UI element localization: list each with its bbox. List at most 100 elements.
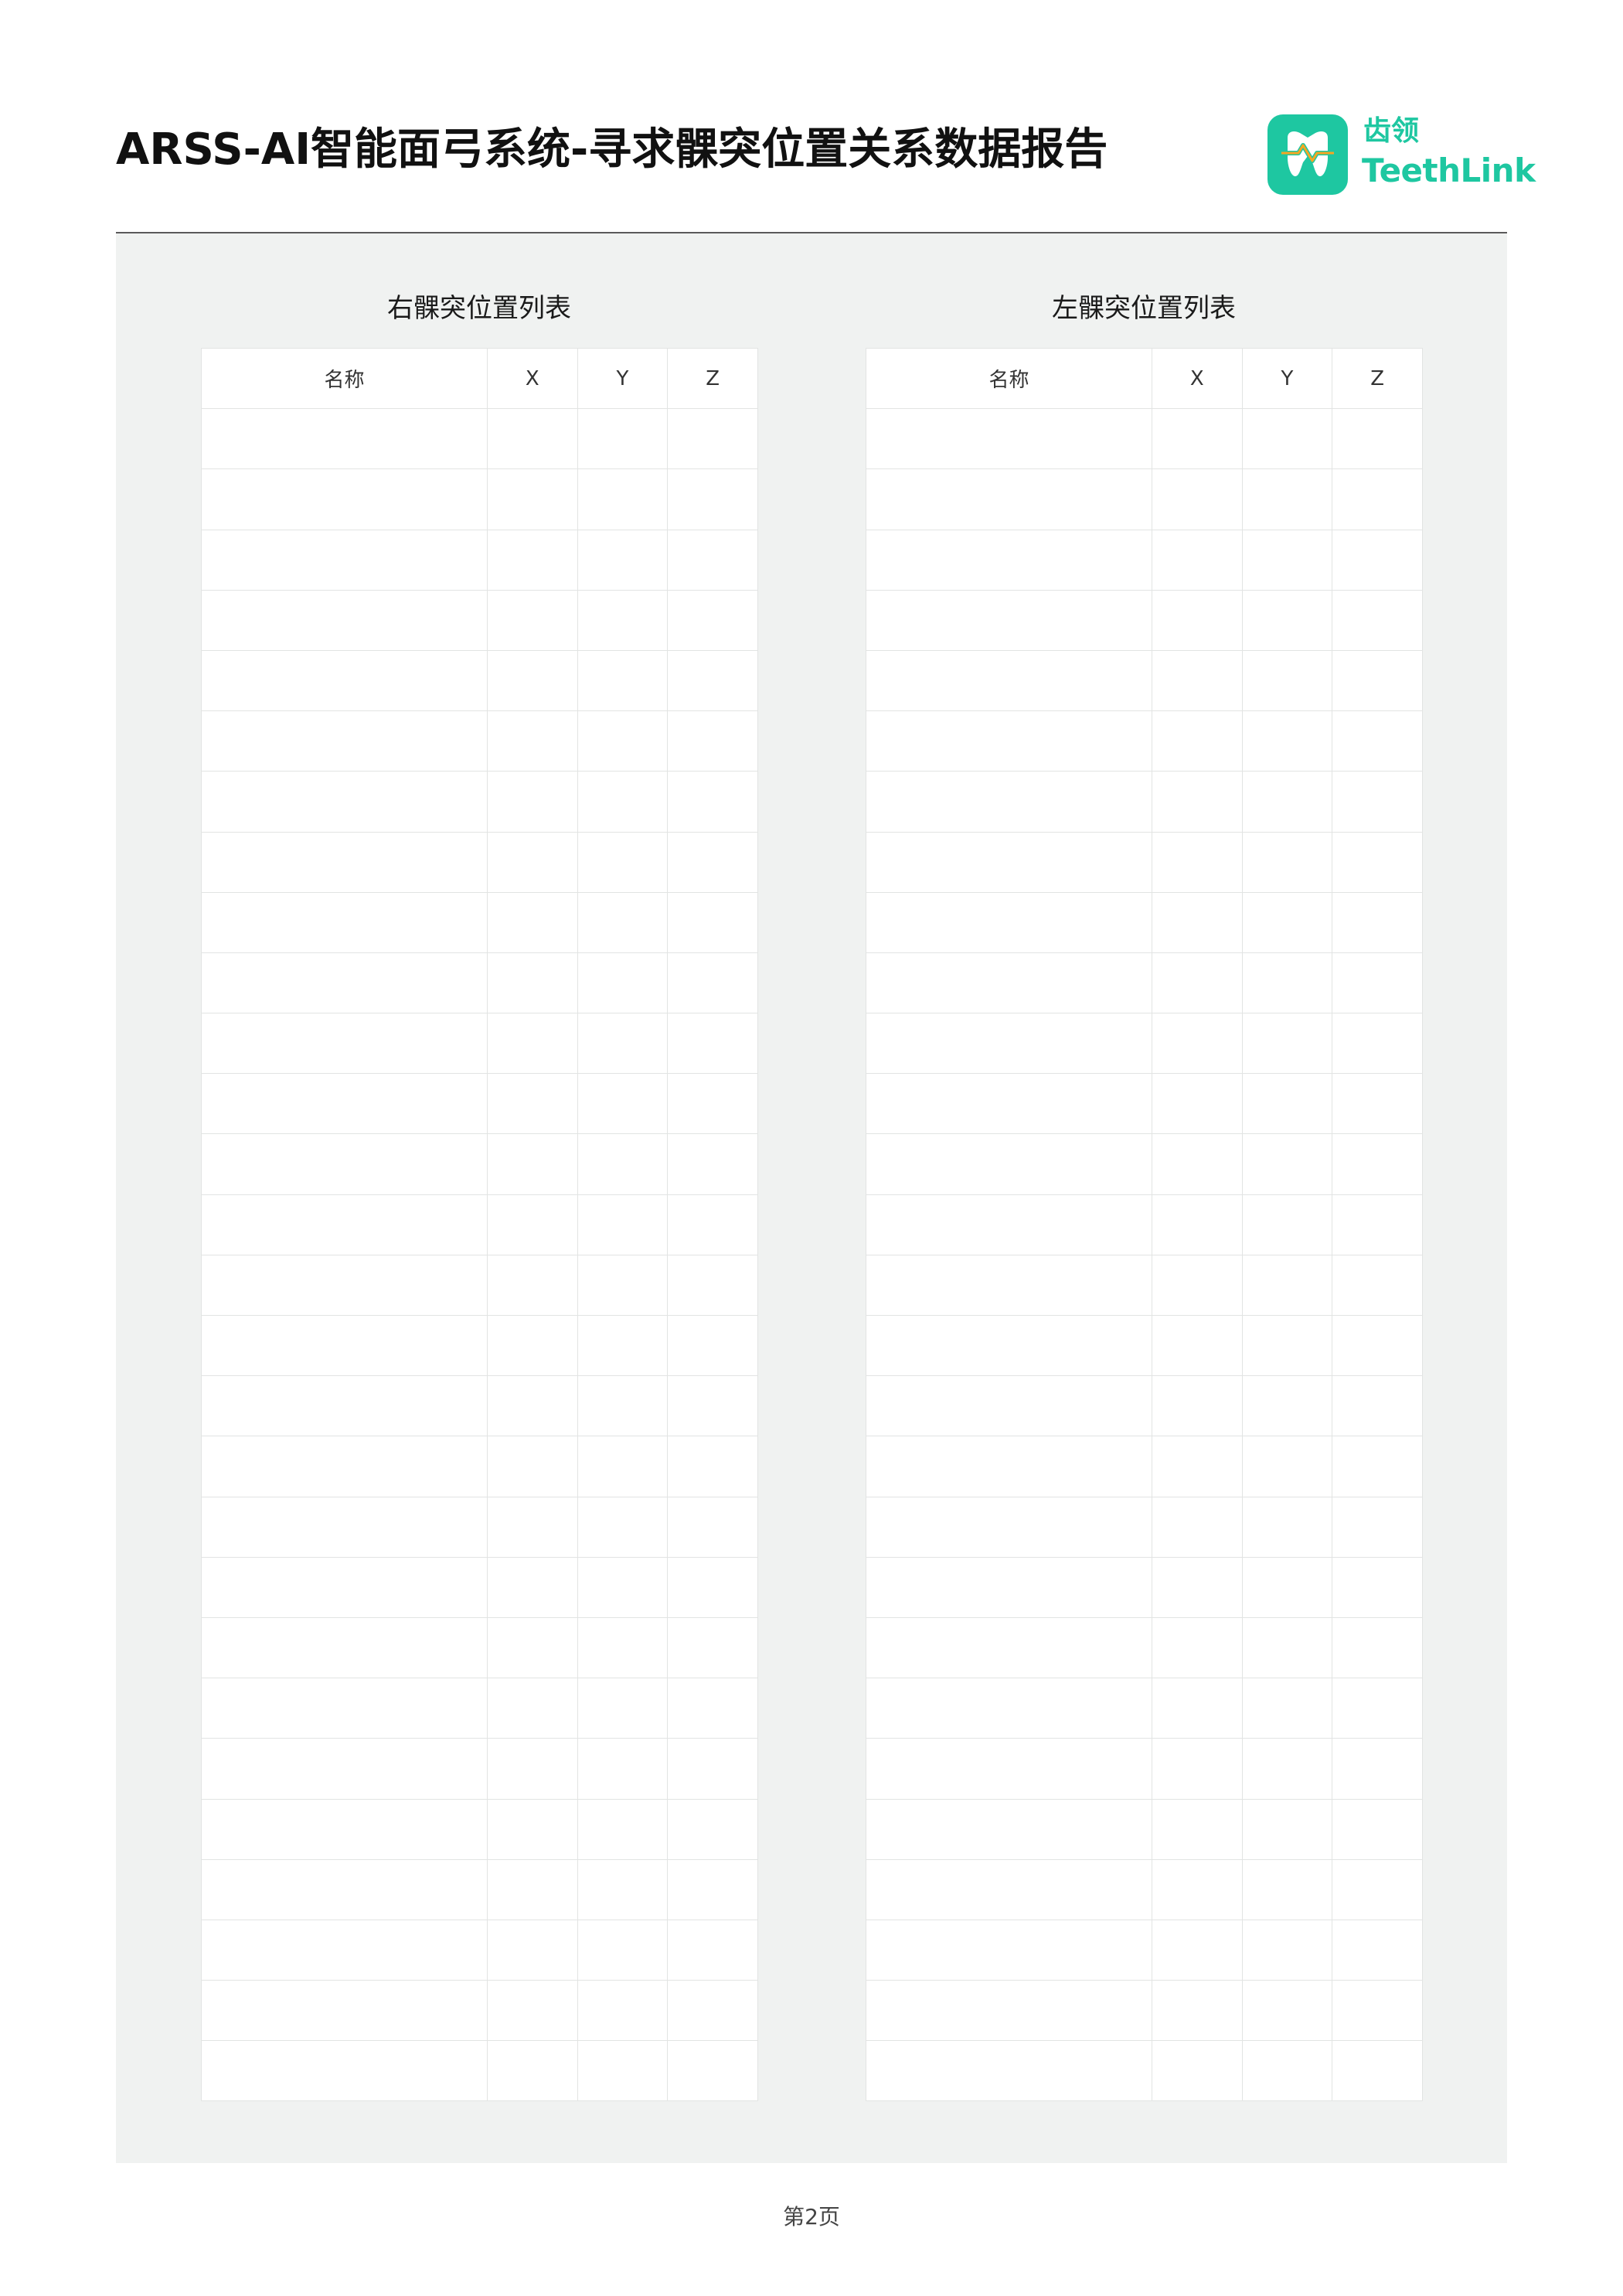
cell-y <box>1241 1919 1333 1981</box>
cell-x <box>1152 1375 1243 1437</box>
cell-y <box>1241 1980 1333 2042</box>
logo-chinese-text: 齿领 <box>1363 115 1420 147</box>
cell-x <box>1152 1678 1243 1739</box>
table-row <box>866 468 1423 530</box>
table-row <box>201 1013 758 1075</box>
page-number: 第2页 <box>783 2204 840 2230</box>
cell-y <box>1241 1798 1333 1860</box>
cell-z <box>667 649 758 712</box>
table-row <box>201 1556 758 1618</box>
table-header-row: 名称 X Y Z <box>201 347 758 410</box>
cell-y <box>577 891 669 953</box>
table-row <box>866 1616 1423 1679</box>
cell-x <box>1152 408 1243 470</box>
cell-x <box>487 1678 578 1739</box>
cell-x <box>1152 1919 1243 1981</box>
cell-x <box>1152 1254 1243 1317</box>
cell-x <box>1152 1073 1243 1135</box>
table-row <box>201 891 758 953</box>
page-title: ARSS-AI智能面弓系统-寻求髁突位置关系数据报告 <box>116 124 1108 175</box>
cell-name <box>201 1798 488 1860</box>
cell-y <box>577 1013 669 1075</box>
cell-x <box>487 1919 578 1981</box>
cell-y <box>577 1798 669 1860</box>
table-caption: 左髁突位置列表 <box>1052 293 1236 324</box>
table-row <box>866 1194 1423 1255</box>
cell-z <box>1332 1314 1423 1377</box>
cell-name <box>201 468 488 530</box>
cell-name <box>866 1798 1152 1860</box>
table-caption: 右髁突位置列表 <box>387 293 571 324</box>
cell-name <box>201 1073 488 1135</box>
cell-y <box>1241 1678 1333 1739</box>
cell-y <box>1241 1556 1333 1618</box>
cell-z <box>1332 1436 1423 1497</box>
table-row <box>866 589 1423 651</box>
cell-name <box>866 1738 1152 1800</box>
cell-name <box>201 529 488 591</box>
cell-x <box>487 891 578 953</box>
cell-y <box>577 710 669 772</box>
table-row <box>201 1496 758 1558</box>
cell-y <box>577 1678 669 1739</box>
cell-name <box>866 1013 1152 1075</box>
cell-name <box>866 1678 1152 1739</box>
cell-x <box>1152 1616 1243 1679</box>
column-header-z: Z <box>1332 347 1423 410</box>
cell-x <box>1152 1980 1243 2042</box>
cell-x <box>1152 1496 1243 1558</box>
cell-x <box>487 1194 578 1255</box>
cell-x <box>1152 1798 1243 1860</box>
cell-y <box>1241 1133 1333 1195</box>
cell-name <box>866 1194 1152 1255</box>
cell-y <box>1241 1314 1333 1377</box>
cell-x <box>1152 1738 1243 1800</box>
table-row <box>866 1798 1423 1860</box>
table-row <box>866 1073 1423 1135</box>
cell-y <box>1241 831 1333 893</box>
cell-z <box>1332 1919 1423 1981</box>
column-header-y: Y <box>577 347 669 410</box>
cell-name <box>201 1919 488 1981</box>
cell-z <box>1332 529 1423 591</box>
cell-z <box>667 468 758 530</box>
tooth-icon <box>1267 114 1348 195</box>
cell-name <box>866 1980 1152 2042</box>
table-row <box>866 1678 1423 1739</box>
cell-x <box>1152 1194 1243 1255</box>
table-row <box>866 1314 1423 1377</box>
table-row <box>866 771 1423 833</box>
cell-name <box>866 710 1152 772</box>
table-row <box>866 1254 1423 1317</box>
cell-name <box>866 529 1152 591</box>
cell-z <box>667 529 758 591</box>
table-row <box>866 649 1423 712</box>
table-row <box>201 649 758 712</box>
table-row <box>201 468 758 530</box>
cell-name <box>201 1013 488 1075</box>
cell-name <box>201 831 488 893</box>
cell-y <box>577 1254 669 1317</box>
cell-y <box>1241 1375 1333 1437</box>
cell-y <box>577 1919 669 1981</box>
table-row <box>866 408 1423 470</box>
cell-z <box>1332 1858 1423 1920</box>
cell-name <box>201 710 488 772</box>
cell-y <box>577 589 669 651</box>
table-row <box>201 1254 758 1317</box>
cell-x <box>1152 649 1243 712</box>
cell-z <box>1332 1496 1423 1558</box>
cell-z <box>1332 1738 1423 1800</box>
cell-y <box>1241 1013 1333 1075</box>
cell-x <box>1152 1013 1243 1075</box>
cell-z <box>667 2040 758 2102</box>
cell-z <box>667 1980 758 2042</box>
cell-z <box>1332 589 1423 651</box>
right-condyle-table-block: 右髁突位置列表 名称 X Y Z <box>201 292 758 2102</box>
cell-x <box>487 1073 578 1135</box>
cell-z <box>667 1133 758 1195</box>
cell-z <box>667 1436 758 1497</box>
cell-x <box>1152 710 1243 772</box>
cell-z <box>667 831 758 893</box>
table-row <box>866 1556 1423 1618</box>
